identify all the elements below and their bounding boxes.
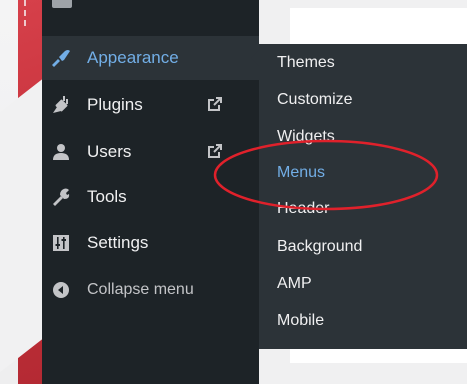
- submenu-item-widgets[interactable]: Widgets: [277, 118, 335, 156]
- external-link-icon: [206, 142, 224, 160]
- sidebar-item-users[interactable]: Users: [42, 130, 259, 174]
- content-panel-bottom: [290, 349, 467, 363]
- users-icon: [51, 142, 71, 162]
- background-white-band: [0, 57, 42, 380]
- sidebar-item-settings[interactable]: Settings: [42, 221, 259, 265]
- appearance-submenu: Themes Customize Widgets Menus Header Ba…: [259, 44, 467, 349]
- submenu-item-amp[interactable]: AMP: [277, 265, 312, 303]
- sidebar-item-plugins[interactable]: Plugins: [42, 83, 259, 127]
- submenu-item-mobile[interactable]: Mobile: [277, 302, 324, 340]
- submenu-item-header[interactable]: Header: [277, 190, 329, 228]
- sidebar-item-tools[interactable]: Tools: [42, 175, 259, 219]
- content-panel: [290, 8, 467, 44]
- sidebar-item-label: Users: [87, 142, 132, 161]
- collapse-menu-button[interactable]: Collapse menu: [42, 268, 259, 312]
- admin-sidebar: Appearance Plugins Users Tools Settings: [42, 0, 260, 384]
- sidebar-item-label: Collapse menu: [87, 281, 194, 298]
- collapse-arrow-icon: [51, 280, 71, 300]
- submenu-item-menus[interactable]: Menus: [277, 154, 325, 192]
- sidebar-item-label: Tools: [87, 187, 127, 206]
- settings-sliders-icon: [51, 233, 71, 253]
- submenu-item-themes[interactable]: Themes: [277, 44, 335, 82]
- background-dash: [24, 0, 38, 26]
- sidebar-item-label: Plugins: [87, 95, 143, 114]
- sidebar-item-label: Appearance: [87, 48, 179, 67]
- wrench-icon: [51, 187, 71, 207]
- submenu-item-background[interactable]: Background: [277, 228, 362, 266]
- sidebar-partial-item: [52, 0, 72, 8]
- external-link-icon: [206, 95, 224, 113]
- plugin-icon: [51, 95, 71, 115]
- sidebar-item-appearance[interactable]: Appearance: [42, 36, 260, 80]
- background-image: [0, 0, 42, 384]
- sidebar-item-label: Settings: [87, 233, 149, 252]
- paintbrush-icon: [51, 48, 71, 68]
- submenu-item-customize[interactable]: Customize: [277, 81, 353, 119]
